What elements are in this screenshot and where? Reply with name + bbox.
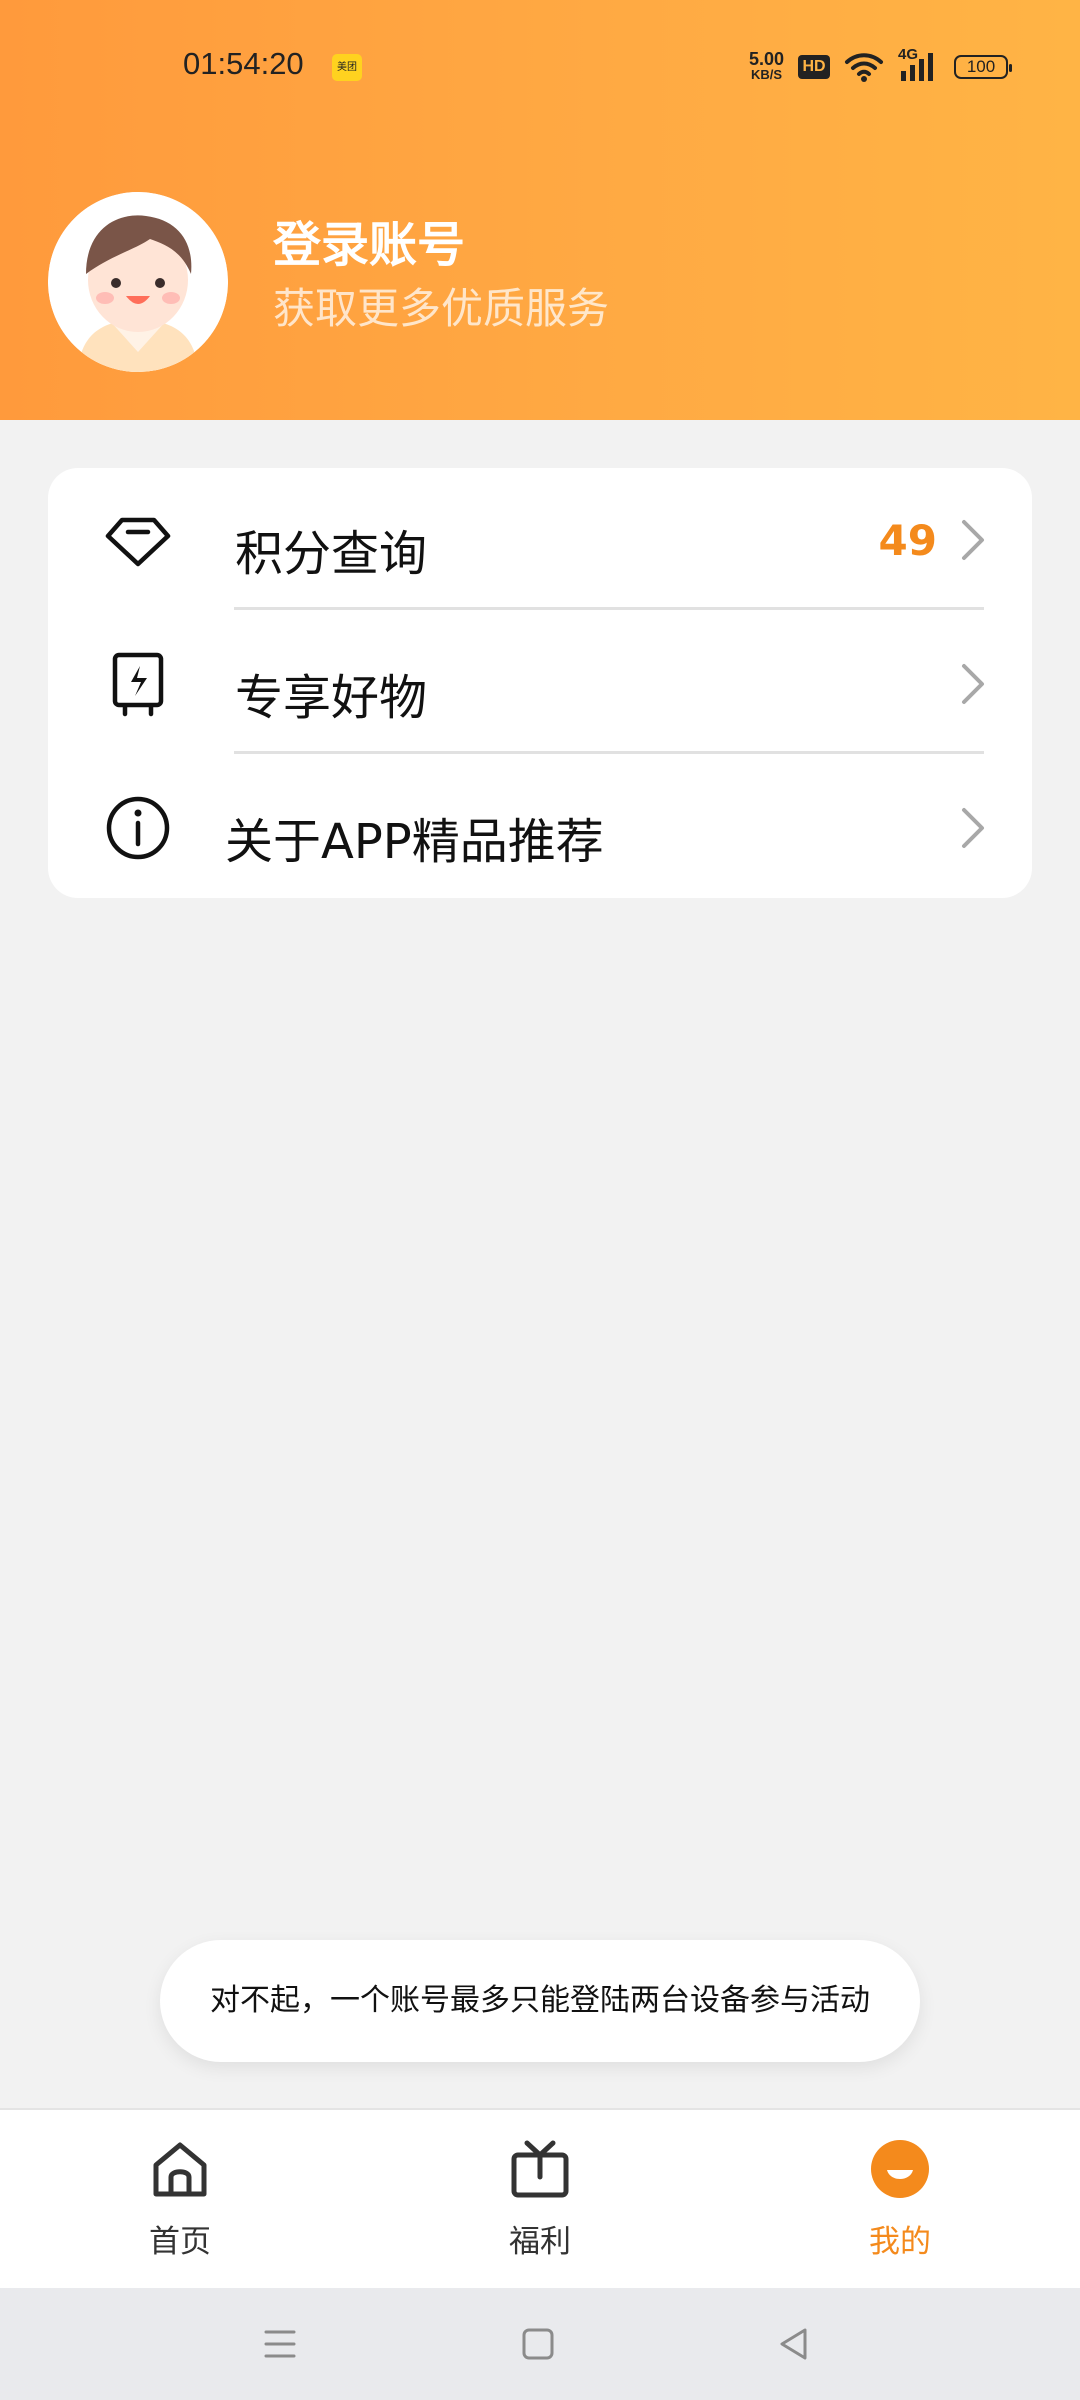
home-square-icon[interactable] bbox=[514, 2320, 562, 2368]
chevron-right-icon bbox=[962, 808, 984, 848]
tab-profile-label: 我的 bbox=[869, 2224, 931, 2260]
exclusive-goods-row[interactable]: 专享好物 bbox=[48, 612, 1032, 757]
network-speed: 5.00 KB/S bbox=[748, 49, 784, 83]
avatar[interactable] bbox=[48, 192, 228, 372]
diamond-icon bbox=[105, 517, 171, 567]
cellular-signal: 4G bbox=[898, 46, 940, 84]
tab-benefits-label: 福利 bbox=[509, 2224, 571, 2260]
login-account-title[interactable]: 登录账号 bbox=[273, 205, 465, 275]
hd-badge: HD bbox=[798, 55, 830, 79]
wifi-icon bbox=[845, 53, 883, 82]
profile-face-icon bbox=[871, 2140, 929, 2198]
points-query-row[interactable]: 积分查询 49 bbox=[48, 468, 1032, 613]
status-indicators: 5.00 KB/S HD 4G 100 bbox=[748, 46, 1012, 86]
back-triangle-icon[interactable] bbox=[770, 2320, 818, 2368]
exclusive-goods-label: 专享好物 bbox=[235, 670, 428, 726]
status-time: 01:54:20 bbox=[183, 46, 304, 81]
signal-bars-icon bbox=[901, 53, 933, 81]
network-speed-unit: KB/S bbox=[750, 67, 782, 82]
system-navigation-bar bbox=[0, 2288, 1080, 2400]
cartoon-avatar-icon bbox=[48, 192, 228, 372]
tv-gift-icon bbox=[511, 2140, 569, 2198]
info-icon bbox=[106, 796, 170, 860]
login-subtitle: 获取更多优质服务 bbox=[273, 284, 610, 333]
points-value: 49 bbox=[878, 516, 937, 565]
meituan-notification-icon: 美团 bbox=[332, 54, 362, 81]
menu-icon[interactable] bbox=[256, 2320, 304, 2368]
tab-benefits[interactable]: 福利 bbox=[460, 2138, 620, 2268]
about-app-label: 关于APP精品推荐 bbox=[225, 814, 604, 870]
home-icon bbox=[153, 2142, 207, 2197]
menu-divider bbox=[234, 607, 984, 610]
menu-card: 积分查询 49 专享好物 关于APP精品推荐 bbox=[48, 468, 1032, 898]
network-speed-value: 5.00 bbox=[748, 49, 784, 69]
about-app-row[interactable]: 关于APP精品推荐 bbox=[48, 756, 1032, 901]
bottom-tab-bar: 首页 福利 我的 bbox=[0, 2108, 1080, 2290]
login-limit-toast: 对不起，一个账号最多只能登陆两台设备参与活动 bbox=[160, 1940, 920, 2062]
tab-profile[interactable]: 我的 bbox=[820, 2138, 980, 2268]
tab-home[interactable]: 首页 bbox=[100, 2138, 260, 2268]
chevron-right-icon bbox=[962, 520, 984, 560]
battery-indicator: 100 bbox=[954, 55, 1012, 79]
tablet-lightning-icon bbox=[112, 652, 164, 717]
chevron-right-icon bbox=[962, 664, 984, 704]
menu-divider bbox=[234, 751, 984, 754]
profile-header: 01:54:20 美团 5.00 KB/S HD 4G 100 登录账号 获取更… bbox=[0, 0, 1080, 420]
points-query-label: 积分查询 bbox=[235, 526, 428, 582]
tab-home-label: 首页 bbox=[149, 2224, 211, 2260]
